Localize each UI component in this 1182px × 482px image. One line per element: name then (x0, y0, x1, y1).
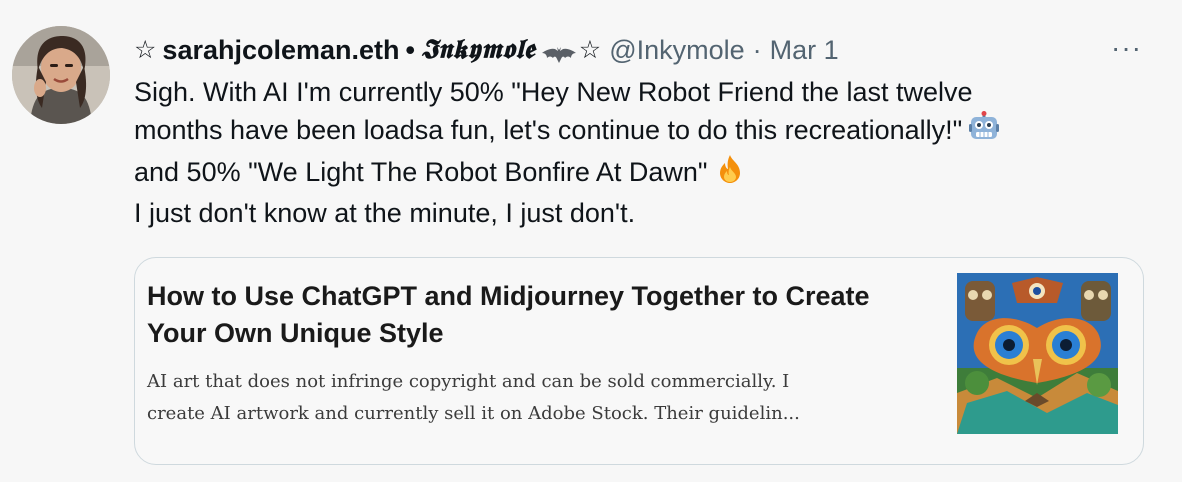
star-icon: ☆ (578, 36, 602, 64)
link-preview-card[interactable]: How to Use ChatGPT and Midjourney Togeth… (134, 257, 1144, 465)
tweet-text-line: months have been loadsa fun, let's conti… (134, 111, 1164, 153)
tweet-text-line: Sigh. With AI I'm currently 50% "Hey New… (134, 77, 973, 107)
star-icon: ☆ (134, 36, 157, 64)
card-description-line: AI art that does not infringe copyright … (147, 371, 790, 392)
card-thumbnail[interactable] (957, 273, 1118, 434)
more-options-icon[interactable]: ··· (1111, 34, 1142, 62)
tweet-text-line: I just don't know at the minute, I just … (134, 198, 636, 228)
tweet[interactable]: ☆ sarahjcoleman.eth • 𝕴𝖓𝖐𝖞𝖒𝖔𝖑𝖊 ☆ @Inkymo… (0, 0, 1182, 482)
user-handle[interactable]: @Inkymole (609, 32, 744, 68)
card-description-line: create AI artwork and currently sell it … (147, 403, 800, 424)
bat-icon (541, 39, 577, 63)
tweet-text: Sigh. With AI I'm currently 50% "Hey New… (134, 74, 1164, 232)
fire-icon (714, 153, 746, 195)
card-title[interactable]: How to Use ChatGPT and Midjourney Togeth… (147, 278, 887, 352)
card-description: AI art that does not infringe copyright … (147, 366, 907, 430)
name-separator: • (405, 35, 415, 65)
header-dot: · (752, 35, 762, 65)
robot-icon (968, 111, 1000, 153)
tweet-text-line: and 50% "We Light The Robot Bonfire At D… (134, 153, 1164, 195)
avatar[interactable] (12, 26, 110, 124)
display-name[interactable]: sarahjcoleman.eth (162, 32, 399, 68)
tweet-date[interactable]: Mar 1 (770, 32, 839, 68)
tweet-header: ☆ sarahjcoleman.eth • 𝕴𝖓𝖐𝖞𝖒𝖔𝖑𝖊 ☆ @Inkymo… (134, 30, 839, 70)
display-name-fraktur[interactable]: 𝕴𝖓𝖐𝖞𝖒𝖔𝖑𝖊 (421, 32, 535, 68)
